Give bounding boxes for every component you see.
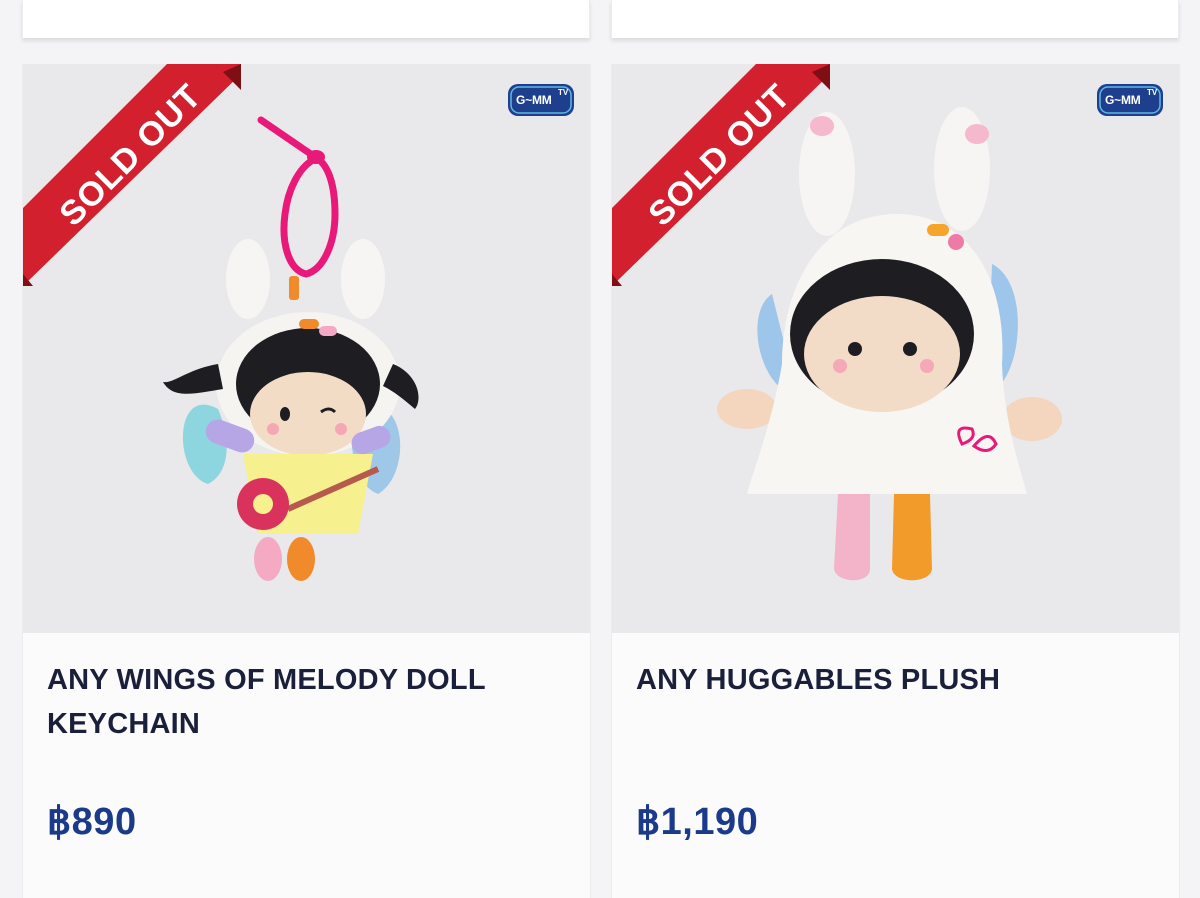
brand-logo-text: G~MM (516, 93, 552, 107)
product-image[interactable]: SOLD OUT G~MM TV (612, 64, 1179, 633)
product-card[interactable]: SOLD OUT G~MM TV ANY HUGGABLES PLUSH ฿1,… (611, 64, 1180, 898)
product-price: ฿1,190 (636, 801, 759, 843)
brand-logo-tv: TV (558, 88, 569, 97)
previous-product-card-left[interactable] (22, 0, 590, 38)
gmm-tv-logo: G~MM TV (508, 82, 574, 118)
product-price: ฿890 (47, 801, 137, 843)
product-image[interactable]: SOLD OUT G~MM TV (23, 64, 590, 633)
previous-product-card-right[interactable] (611, 0, 1179, 38)
product-title[interactable]: ANY HUGGABLES PLUSH (636, 658, 1136, 702)
brand-logo-text: G~MM (1105, 93, 1141, 107)
gmm-tv-logo: G~MM TV (1097, 82, 1163, 118)
product-title[interactable]: ANY WINGS OF MELODY DOLL KEYCHAIN (47, 658, 547, 746)
product-card[interactable]: SOLD OUT G~MM TV ANY WINGS OF MELODY DOL… (22, 64, 591, 898)
brand-logo-tv: TV (1147, 88, 1158, 97)
